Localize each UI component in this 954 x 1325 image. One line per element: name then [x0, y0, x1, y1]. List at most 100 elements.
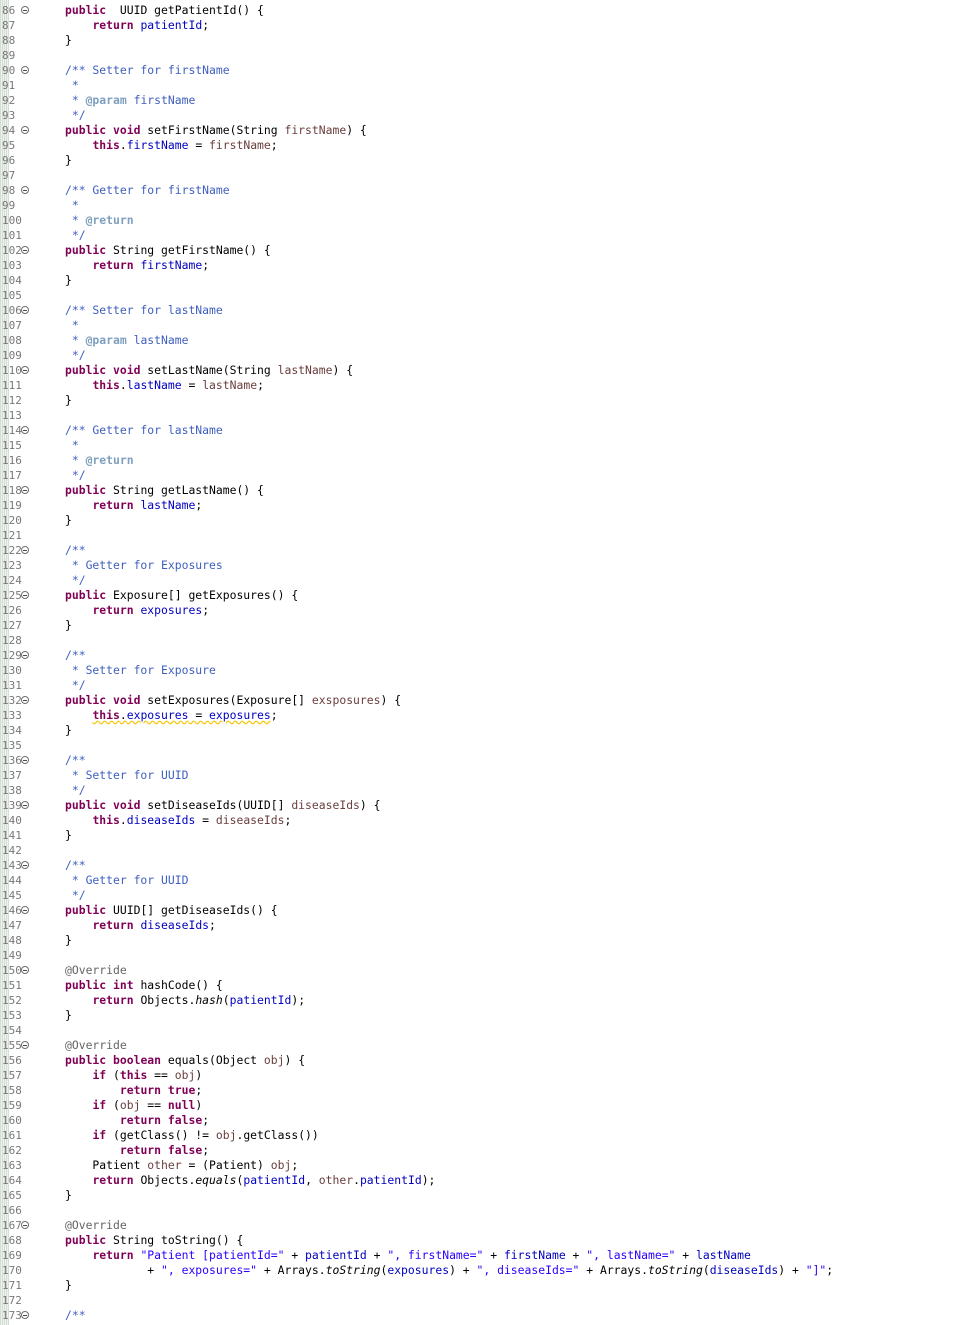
code-line[interactable]: 87 return patientId;: [0, 18, 954, 33]
code-text[interactable]: */: [65, 678, 86, 693]
code-line[interactable]: 122/**: [0, 543, 954, 558]
code-line[interactable]: 162 return false;: [0, 1143, 954, 1158]
collapse-fold-icon[interactable]: [21, 366, 29, 374]
code-text[interactable]: return Objects.equals(patientId, other.p…: [65, 1173, 435, 1188]
code-line[interactable]: 119 return lastName;: [0, 498, 954, 513]
code-line[interactable]: 92 * @param firstName: [0, 93, 954, 108]
code-line[interactable]: 89: [0, 48, 954, 63]
code-text[interactable]: /**: [65, 543, 86, 558]
code-line[interactable]: 143/**: [0, 858, 954, 873]
code-text[interactable]: * Setter for UUID: [65, 768, 189, 783]
code-text[interactable]: this.diseaseIds = diseaseIds;: [65, 813, 291, 828]
collapse-fold-icon[interactable]: [21, 426, 29, 434]
code-line[interactable]: 164 return Objects.equals(patientId, oth…: [0, 1173, 954, 1188]
code-text[interactable]: }: [65, 33, 72, 48]
code-line[interactable]: 148}: [0, 933, 954, 948]
code-line[interactable]: 168 public String toString() {: [0, 1233, 954, 1248]
code-text[interactable]: public String getFirstName() {: [65, 243, 271, 258]
code-line[interactable]: 117 */: [0, 468, 954, 483]
code-line[interactable]: 107 *: [0, 318, 954, 333]
code-text[interactable]: */: [65, 888, 86, 903]
code-line[interactable]: 106/** Setter for lastName: [0, 303, 954, 318]
code-text[interactable]: public String getLastName() {: [65, 483, 264, 498]
code-line[interactable]: 144 * Getter for UUID: [0, 873, 954, 888]
code-line[interactable]: 132 public void setExposures(Exposure[] e…: [0, 693, 954, 708]
code-text[interactable]: return true;: [65, 1083, 202, 1098]
code-text[interactable]: if (getClass() != obj.getClass()): [65, 1128, 318, 1143]
code-line[interactable]: 150 @Override: [0, 963, 954, 978]
code-text[interactable]: */: [65, 468, 86, 483]
code-line[interactable]: 96}: [0, 153, 954, 168]
code-line[interactable]: 170 + ", exposures=" + Arrays.toString(e…: [0, 1263, 954, 1278]
code-text[interactable]: }: [65, 513, 72, 528]
code-text[interactable]: }: [65, 1278, 72, 1293]
code-line[interactable]: 141}: [0, 828, 954, 843]
collapse-fold-icon[interactable]: [21, 1041, 29, 1049]
collapse-fold-icon[interactable]: [21, 1221, 29, 1229]
code-text[interactable]: public void setExposures(Exposure[] exsp…: [65, 693, 401, 708]
code-text[interactable]: * Setter for Exposure: [65, 663, 216, 678]
code-line[interactable]: 105: [0, 288, 954, 303]
code-line[interactable]: 160 return false;: [0, 1113, 954, 1128]
code-text[interactable]: public Exposure[] getExposures() {: [65, 588, 298, 603]
code-text[interactable]: * Getter for UUID: [65, 873, 189, 888]
code-text[interactable]: }: [65, 828, 72, 843]
code-line[interactable]: 158 return true;: [0, 1083, 954, 1098]
code-text[interactable]: public UUID[] getDiseaseIds() {: [65, 903, 278, 918]
code-text[interactable]: *: [65, 78, 79, 93]
code-line[interactable]: 151 public int hashCode() {: [0, 978, 954, 993]
code-line[interactable]: 159 if (obj == null): [0, 1098, 954, 1113]
code-text[interactable]: }: [65, 1188, 72, 1203]
code-line[interactable]: 108 * @param lastName: [0, 333, 954, 348]
code-line[interactable]: 147 return diseaseIds;: [0, 918, 954, 933]
code-line[interactable]: 95 this.firstName = firstName;: [0, 138, 954, 153]
code-line[interactable]: 98/** Getter for firstName: [0, 183, 954, 198]
code-line[interactable]: 133 this.exposures = exposures;: [0, 708, 954, 723]
code-line[interactable]: 161 if (getClass() != obj.getClass()): [0, 1128, 954, 1143]
collapse-fold-icon[interactable]: [21, 861, 29, 869]
collapse-fold-icon[interactable]: [21, 546, 29, 554]
code-line[interactable]: 136/**: [0, 753, 954, 768]
code-line[interactable]: 131 */: [0, 678, 954, 693]
code-text[interactable]: return firstName;: [65, 258, 209, 273]
code-line[interactable]: 171}: [0, 1278, 954, 1293]
code-line[interactable]: 99 *: [0, 198, 954, 213]
code-text[interactable]: this.lastName = lastName;: [65, 378, 263, 393]
code-text[interactable]: */: [65, 573, 86, 588]
code-text[interactable]: /**: [65, 648, 86, 663]
code-line[interactable]: 94 public void setFirstName(String firstN…: [0, 123, 954, 138]
code-line[interactable]: 100 * @return: [0, 213, 954, 228]
code-line[interactable]: 137 * Setter for UUID: [0, 768, 954, 783]
code-text[interactable]: /** Setter for lastName: [65, 303, 223, 318]
collapse-fold-icon[interactable]: [21, 906, 29, 914]
code-text[interactable]: }: [65, 618, 72, 633]
code-text[interactable]: /**: [65, 1308, 86, 1323]
code-text[interactable]: */: [65, 348, 86, 363]
code-text[interactable]: * @param firstName: [65, 93, 195, 108]
code-line[interactable]: 157 if (this == obj): [0, 1068, 954, 1083]
code-line[interactable]: 134}: [0, 723, 954, 738]
code-line[interactable]: 146 public UUID[] getDiseaseIds() {: [0, 903, 954, 918]
code-text[interactable]: *: [65, 198, 79, 213]
code-text[interactable]: }: [65, 393, 72, 408]
code-line[interactable]: 123 * Getter for Exposures: [0, 558, 954, 573]
code-line[interactable]: 125 public Exposure[] getExposures() {: [0, 588, 954, 603]
collapse-fold-icon[interactable]: [21, 246, 29, 254]
code-line[interactable]: 169 return "Patient [patientId=" + patie…: [0, 1248, 954, 1263]
code-text[interactable]: public UUID getPatientId() {: [65, 3, 264, 18]
code-text[interactable]: return diseaseIds;: [65, 918, 215, 933]
code-text[interactable]: /** Setter for firstName: [65, 63, 230, 78]
code-text[interactable]: public int hashCode() {: [65, 978, 223, 993]
code-text[interactable]: @Override: [65, 1218, 127, 1233]
code-text[interactable]: if (this == obj): [65, 1068, 202, 1083]
code-line[interactable]: 152 return Objects.hash(patientId);: [0, 993, 954, 1008]
code-text[interactable]: /** Getter for lastName: [65, 423, 223, 438]
code-line[interactable]: 139 public void setDiseaseIds(UUID[] dise…: [0, 798, 954, 813]
code-line[interactable]: 112}: [0, 393, 954, 408]
code-text[interactable]: *: [65, 318, 79, 333]
code-line[interactable]: 142: [0, 843, 954, 858]
code-text[interactable]: * @return: [65, 453, 134, 468]
code-line[interactable]: 126 return exposures;: [0, 603, 954, 618]
collapse-fold-icon[interactable]: [21, 801, 29, 809]
code-text[interactable]: /**: [65, 858, 86, 873]
